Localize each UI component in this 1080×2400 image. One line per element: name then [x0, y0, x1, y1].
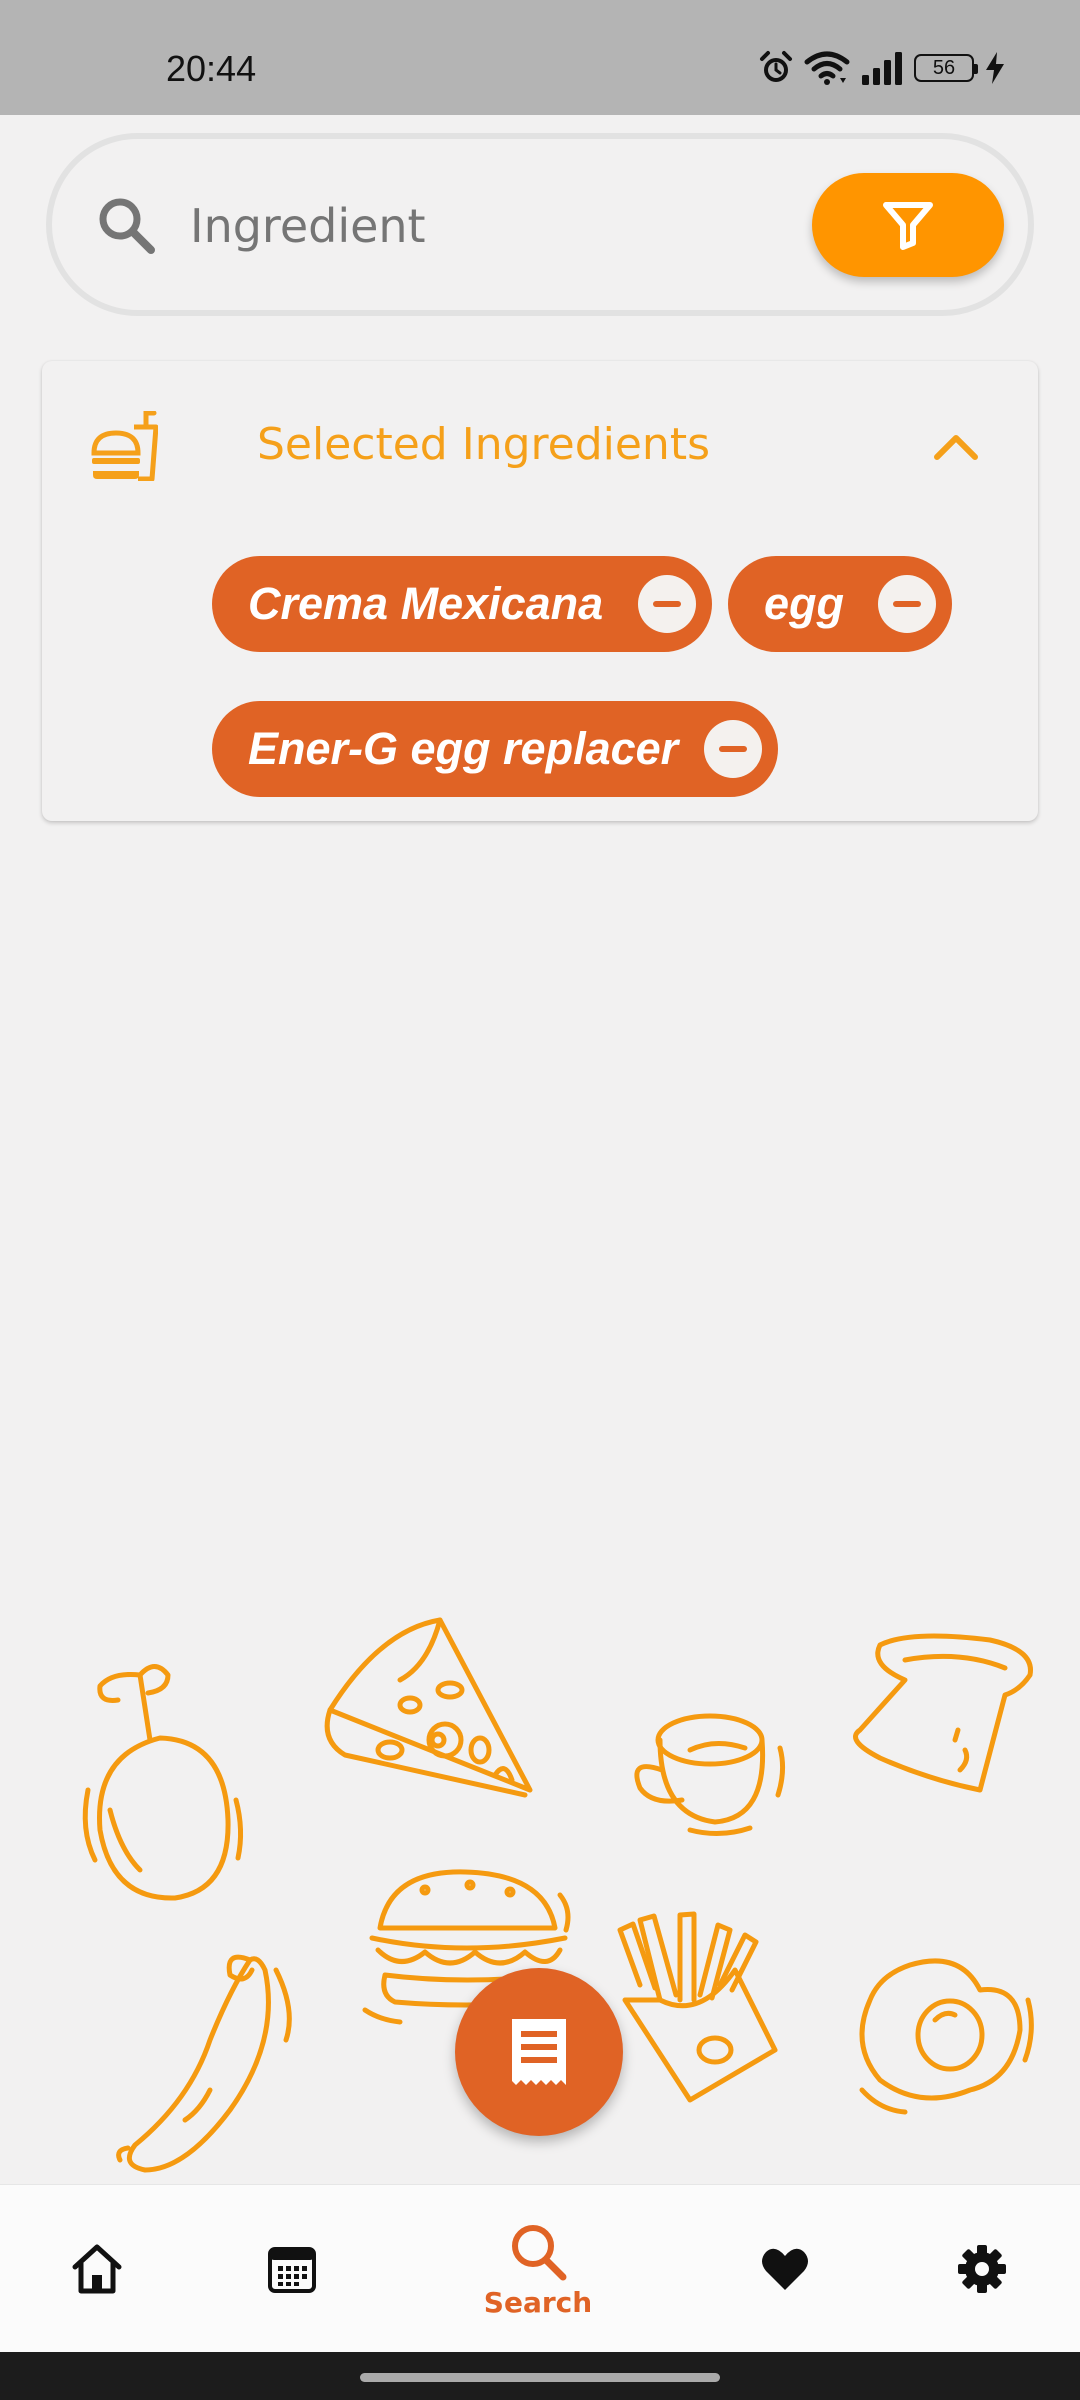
- filter-icon: [883, 202, 933, 250]
- selected-ingredients-header[interactable]: Selected Ingredients: [42, 361, 1038, 531]
- ingredient-chip[interactable]: Ener-G egg replacer: [212, 701, 778, 797]
- search-icon: [512, 2224, 567, 2280]
- home-icon: [72, 2244, 122, 2294]
- ingredient-chip[interactable]: Crema Mexicana: [212, 556, 712, 652]
- system-gesture-area: [0, 2352, 1080, 2400]
- heart-icon: [762, 2248, 808, 2290]
- signal-icon: [862, 52, 902, 85]
- home-gesture-bar[interactable]: [360, 2373, 720, 2382]
- receipt-icon: [512, 2019, 566, 2085]
- selected-ingredients-card: Selected Ingredients Crema Mexicana egg …: [42, 361, 1038, 821]
- nav-home[interactable]: [27, 2185, 167, 2353]
- search-bar: [46, 133, 1034, 316]
- nav-calendar[interactable]: [222, 2185, 362, 2353]
- remove-icon[interactable]: [704, 720, 762, 778]
- charging-icon: [986, 52, 1004, 84]
- status-bar: 20:44 56: [0, 0, 1080, 115]
- chip-label: egg: [764, 578, 845, 629]
- search-input[interactable]: [188, 177, 732, 275]
- chicken-leg-doodle: [82, 1664, 244, 1901]
- calendar-icon: [268, 2247, 316, 2293]
- remove-icon[interactable]: [878, 575, 936, 633]
- toast-doodle: [853, 1633, 1033, 1793]
- ingredient-chip[interactable]: egg: [728, 556, 952, 652]
- chip-label: Crema Mexicana: [248, 578, 604, 629]
- hotdog-doodle: [116, 1954, 292, 2173]
- card-title: Selected Ingredients: [257, 419, 710, 470]
- fast-food-icon: [91, 411, 158, 481]
- nav-search-label: Search: [483, 2285, 593, 2319]
- settings-icon: [958, 2245, 1006, 2293]
- fries-doodle: [617, 1911, 778, 2103]
- nav-favorites[interactable]: [715, 2185, 855, 2353]
- chip-label: Ener-G egg replacer: [248, 723, 679, 774]
- wifi-icon: [804, 51, 850, 85]
- fried-egg-doodle: [859, 1958, 1034, 2115]
- filter-button[interactable]: [812, 173, 1004, 277]
- coffee-cup-doodle: [634, 1713, 786, 1836]
- battery-level: 56: [932, 56, 956, 79]
- nav-search[interactable]: Search: [468, 2185, 608, 2353]
- alarm-icon: [760, 51, 792, 82]
- remove-icon[interactable]: [638, 575, 696, 633]
- status-time: 20:44: [166, 48, 257, 89]
- bottom-navigation: Search: [0, 2184, 1080, 2353]
- battery-icon: 56: [914, 54, 978, 82]
- nav-settings[interactable]: [912, 2185, 1052, 2353]
- status-icons: 56: [758, 50, 1006, 86]
- recipe-list-fab[interactable]: [455, 1968, 623, 2136]
- search-icon: [99, 198, 155, 254]
- pizza-slice-doodle: [324, 1617, 533, 1798]
- chevron-up-icon[interactable]: [931, 429, 981, 463]
